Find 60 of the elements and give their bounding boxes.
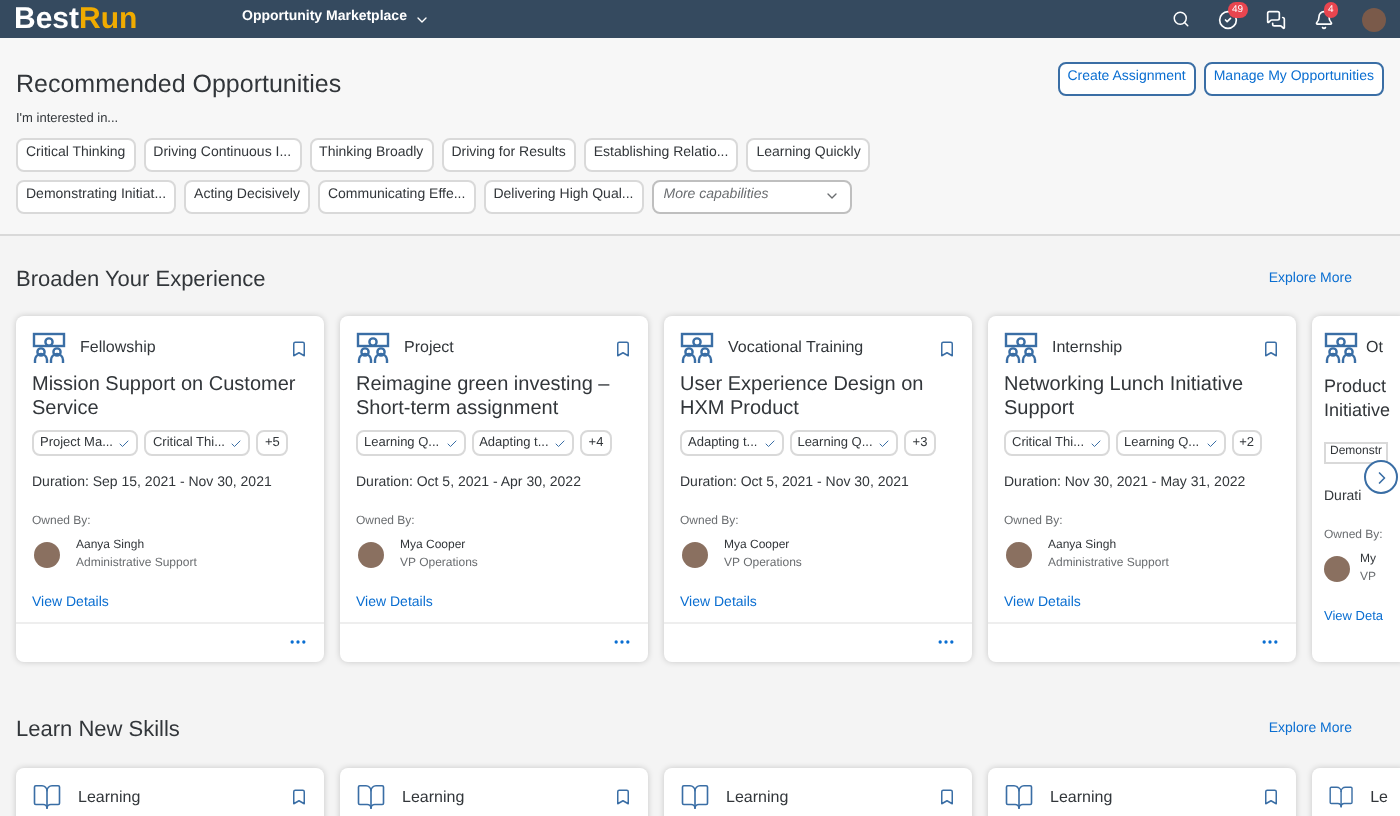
opportunity-title: Mission Support on Customer Service xyxy=(32,374,298,422)
avatar xyxy=(34,542,60,568)
check-icon xyxy=(1205,437,1218,449)
avatar xyxy=(1006,542,1032,568)
opportunity-title: Product Initiative xyxy=(1324,374,1392,422)
learning-card[interactable]: Learning xyxy=(988,767,1296,816)
bookmark-icon[interactable] xyxy=(938,339,956,357)
check-icon xyxy=(878,437,891,449)
learning-type: Learning xyxy=(402,785,467,809)
bookmark-icon[interactable] xyxy=(290,339,308,357)
book-icon xyxy=(1328,782,1355,812)
bookmark-icon[interactable] xyxy=(614,339,632,357)
book-icon xyxy=(1004,782,1034,812)
bookmark-icon[interactable] xyxy=(938,788,956,806)
learning-card[interactable]: Learning xyxy=(664,767,972,816)
tasks-icon[interactable] xyxy=(1218,9,1238,29)
learning-type: Learning xyxy=(78,785,143,809)
section-title: Learn New Skills xyxy=(16,716,180,746)
bookmark-icon[interactable] xyxy=(614,788,632,806)
section-title: Broaden Your Experience xyxy=(16,265,266,295)
learning-type: Learning xyxy=(726,785,791,809)
avatar xyxy=(682,542,708,568)
check-icon xyxy=(445,437,458,449)
opportunity-type: Internship xyxy=(1052,336,1125,360)
check-icon xyxy=(118,437,131,449)
notifications-icon[interactable] xyxy=(1314,9,1334,29)
people-icon xyxy=(680,332,714,364)
people-icon xyxy=(1004,332,1038,364)
people-icon xyxy=(1324,332,1358,364)
people-icon xyxy=(356,332,390,364)
bookmark-icon[interactable] xyxy=(1262,339,1280,357)
section-title: Recommended Opportunities xyxy=(16,68,342,102)
bookmark-icon[interactable] xyxy=(1262,788,1280,806)
opportunity-type: Project xyxy=(404,336,456,360)
opportunity-type: Ot xyxy=(1366,336,1383,360)
bookmark-icon[interactable] xyxy=(290,788,308,806)
people-icon xyxy=(32,332,66,364)
check-icon xyxy=(554,437,567,449)
chevron-down-icon xyxy=(823,188,840,204)
logo[interactable]: BestRun xyxy=(14,4,214,34)
check-icon xyxy=(1090,437,1102,449)
avatar xyxy=(358,542,384,568)
avatar xyxy=(1324,556,1350,582)
learning-type: Le xyxy=(1370,785,1388,809)
book-icon xyxy=(680,782,710,812)
learning-type: Learning xyxy=(1050,785,1115,809)
opportunity-type: Fellowship xyxy=(80,336,158,360)
search-icon[interactable] xyxy=(1172,10,1190,28)
learning-card[interactable]: Le xyxy=(1312,767,1400,816)
opportunity-type: Vocational Training xyxy=(728,336,866,360)
book-icon xyxy=(356,782,386,812)
learning-card[interactable]: Learning xyxy=(340,767,648,816)
opportunity-title: Reimagine green investing – Short-term assignment xyxy=(356,374,612,422)
learning-card[interactable]: Learning xyxy=(16,767,324,816)
check-icon xyxy=(230,437,243,449)
opportunity-title: Networking Lunch Initiative Support xyxy=(1004,374,1246,422)
chat-icon[interactable] xyxy=(1266,9,1286,29)
book-icon xyxy=(32,782,62,812)
opportunity-title: User Experience Design on HXM Product xyxy=(680,374,926,422)
check-icon xyxy=(763,437,776,449)
